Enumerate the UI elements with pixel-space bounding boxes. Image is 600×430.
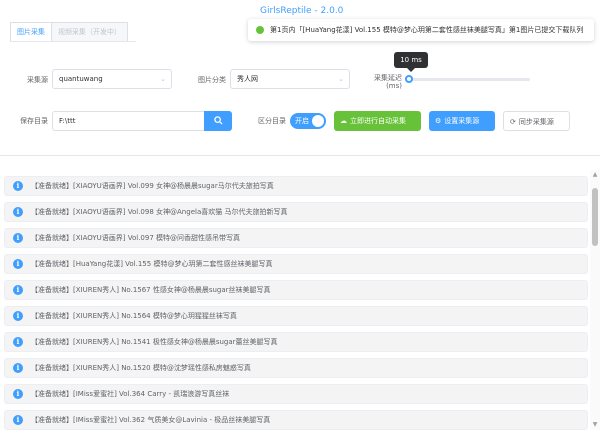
category-value: 秀人网 [237,75,258,83]
list-item-text: 【准备就绪】[XIUREN秀人] No.1564 模特@梦心玥猩猩丝袜写真 [31,312,237,320]
log-list: i 【准备就绪】[XIAOYU语画界] Vol.099 女神@杨晨晨sugar马尔… [0,170,590,430]
list-item-text: 【准备就绪】[IMiss爱蜜社] Vol.364 Carry - 凯瑞浪游写真丝… [31,390,230,398]
toggle-text: 开启 [295,117,309,125]
list-item-text: 【准备就绪】[XIUREN秀人] No.1541 极性感女神@杨晨晨sugar蕾… [31,338,278,346]
list-item-text: 【准备就绪】[XIUREN秀人] No.1567 性感女神@杨晨晨sugar丝袜… [31,286,271,294]
settings-icon: ⚙ [435,117,442,125]
start-auto-collect-button[interactable]: ☁ 立即进行自动采集 [334,111,421,131]
info-icon: i [13,207,23,217]
toggle-knob [312,115,324,127]
delay-slider-handle[interactable] [405,75,413,83]
tab-underline [10,41,136,42]
section-divider [0,155,600,156]
info-icon: i [13,285,23,295]
list-item: i 【准备就绪】[XIUREN秀人] No.1520 模特@沈梦瑶性感私房魅惑写真 [4,358,588,378]
source-select[interactable]: quantuwang ⌄ [52,69,172,89]
list-item: i 【准备就绪】[IMiss爱蜜社] Vol.364 Carry - 凯瑞浪游写真… [4,384,588,404]
list-item-text: 【准备就绪】[IMiss爱蜜社] Vol.362 气质美女@Lavinia - … [31,416,271,424]
tab-bar: 图片采集 视频采集（开发中） [10,22,128,42]
search-button[interactable] [204,111,232,131]
scroll-up-icon[interactable]: ▲ [591,171,599,179]
info-icon: i [13,311,23,321]
list-item-text: 【准备就绪】[XIAOYU语画界] Vol.099 女神@杨晨晨sugar马尔代… [31,182,274,190]
scrollbar-thumb[interactable] [592,188,598,246]
list-item: i 【准备就绪】[IMiss爱蜜社] Vol.362 气质美女@Lavinia -… [4,410,588,430]
sync-label: 同步采集源 [518,118,554,126]
list-item: i 【准备就绪】[XIUREN秀人] No.1567 性感女神@杨晨晨sugar丝… [4,280,588,300]
delay-unit: (ms) [386,82,402,90]
app-title: GirlsReptile - 2.0.0 [260,6,344,16]
info-icon: i [13,337,23,347]
search-icon [213,116,223,125]
distinguish-toggle[interactable]: 开启 [290,113,326,129]
cloud-upload-icon: ☁ [340,117,347,125]
tab-video-collect[interactable]: 视频采集（开发中） [52,22,128,42]
info-icon: i [13,233,23,243]
distinguish-label: 区分目录 [258,117,286,125]
delay-tooltip: 10 ms [394,52,428,72]
save-dir-input[interactable]: F:\ttt [52,111,205,131]
sync-source-button[interactable]: ⟳ 同步采集源 [503,111,570,131]
save-dir-label: 保存目录 [20,117,48,125]
settings-label: 设置采集源 [444,117,480,125]
list-item-text: 【准备就绪】[HuaYang花漾] Vol.155 模特@梦心玥第二套性感丝袜美… [31,260,273,268]
list-item-text: 【准备就绪】[XIAOYU语画界] Vol.098 女神@Angela喜欢猫 马… [31,208,288,216]
source-label: 采集源 [27,76,48,84]
settings-source-button[interactable]: ⚙ 设置采集源 [429,111,495,131]
list-item: i 【准备就绪】[XIUREN秀人] No.1541 极性感女神@杨晨晨sugar… [4,332,588,352]
notification-message: 第1页内「[HuaYang花漾] Vol.155 模特@梦心玥第二套性感丝袜美腿… [270,26,584,34]
info-icon: i [13,415,23,425]
list-item: i 【准备就绪】[XIAOYU语画界] Vol.099 女神@杨晨晨sugar马尔… [4,176,588,196]
success-dot-icon [256,26,264,34]
list-item: i 【准备就绪】[XIUREN秀人] No.1564 模特@梦心玥猩猩丝袜写真 [4,306,588,326]
delay-slider-track[interactable] [408,78,530,81]
sync-icon: ⟳ [510,118,516,126]
scroll-down-icon[interactable]: ▼ [591,421,599,429]
list-item: i 【准备就绪】[HuaYang花漾] Vol.155 模特@梦心玥第二套性感丝袜… [4,254,588,274]
tab-image-collect[interactable]: 图片采集 [10,22,52,42]
info-icon: i [13,363,23,373]
chevron-down-icon: ⌄ [338,75,344,83]
category-select[interactable]: 秀人网 ⌄ [230,69,350,89]
list-item: i 【准备就绪】[XIAOYU语画界] Vol.097 模特@问香甜性感吊带写真 [4,228,588,248]
info-icon: i [13,259,23,269]
list-item-text: 【准备就绪】[XIAOYU语画界] Vol.097 模特@问香甜性感吊带写真 [31,234,241,242]
start-label: 立即进行自动采集 [350,117,406,125]
source-value: quantuwang [59,75,103,83]
info-icon: i [13,389,23,399]
category-label: 图片分类 [198,76,226,84]
list-item: i 【准备就绪】[XIAOYU语画界] Vol.098 女神@Angela喜欢猫 … [4,202,588,222]
notification: 第1页内「[HuaYang花漾] Vol.155 模特@梦心玥第二套性感丝袜美腿… [248,19,594,41]
info-icon: i [13,181,23,191]
chevron-down-icon: ⌄ [160,75,166,83]
list-item-text: 【准备就绪】[XIUREN秀人] No.1520 模特@沈梦瑶性感私房魅惑写真 [31,364,251,372]
